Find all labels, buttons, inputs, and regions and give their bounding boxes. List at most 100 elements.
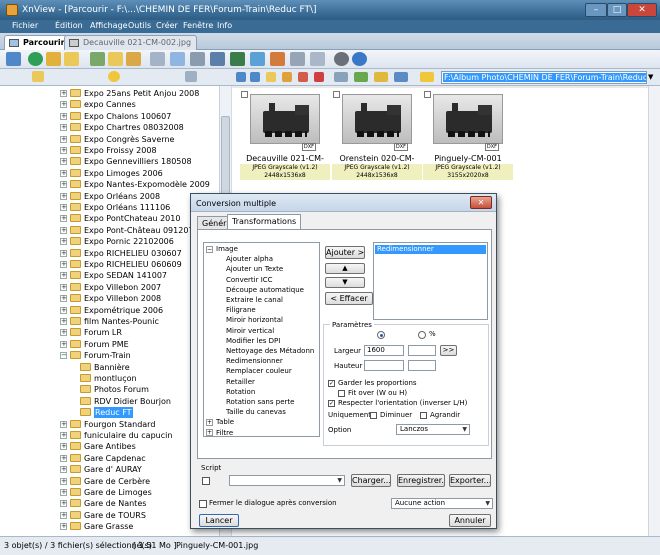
batch-convert-icon[interactable] [230,52,245,66]
print-icon[interactable] [190,52,205,66]
expand-icon[interactable]: + [60,477,67,485]
sort-icon[interactable] [394,72,408,82]
maximize-button[interactable]: □ [607,3,627,17]
tree-item[interactable]: + Expo Pont-Château 091207 [0,225,218,236]
collapse-icon[interactable]: − [206,245,213,253]
tag-filter-icon[interactable] [354,72,368,82]
fit-over-checkbox[interactable] [338,390,345,397]
tree-item[interactable]: + Expo Gennevilliers 180508 [0,156,218,167]
folders-tab-icon[interactable] [32,71,44,82]
transformation-option[interactable]: Rotation [226,388,255,397]
categories-tab-icon[interactable] [185,71,197,82]
close-after-checkbox[interactable] [199,500,207,508]
favorite-star-icon[interactable] [420,72,434,82]
settings-gear-icon[interactable] [334,52,349,66]
expand-icon[interactable]: + [60,511,67,519]
expand-icon[interactable]: + [60,147,67,154]
view-mode-icon[interactable] [334,72,348,82]
menu-creer[interactable]: Créer [156,21,178,30]
expand-icon[interactable]: + [60,226,67,234]
minimize-button[interactable]: – [585,3,607,17]
transformation-option[interactable]: + Filtre [206,429,233,436]
tree-item[interactable]: + Gare de TOURS [0,510,218,521]
tree-item[interactable]: + expo Cannes [0,99,218,110]
expand-icon[interactable]: + [60,443,67,451]
tree-item[interactable]: RDV Didier Bourjon [0,396,218,407]
transformation-option[interactable]: Ajouter alpha [226,255,273,264]
expand-icon[interactable]: + [60,181,67,189]
height-input[interactable] [364,360,404,371]
expand-icon[interactable]: + [60,204,67,211]
tree-item[interactable]: + Gare Grasse [0,521,218,532]
expand-icon[interactable]: + [60,500,67,508]
tree-item[interactable]: + Expo Villebon 2007 [0,282,218,293]
new-folder-icon[interactable] [282,72,292,82]
thumbnail-checkbox[interactable] [333,91,340,98]
tree-item[interactable]: − Forum-Train [0,350,218,361]
thumbnail-item[interactable]: DXFDecauville 021-CM-002JPEG Grayscale (… [240,90,330,182]
thumbnail-checkbox[interactable] [424,91,431,98]
tree-item[interactable]: + Expo PontChateau 2010 [0,213,218,224]
thumbnail-item[interactable]: DXF Pinguely-CM-001 JPEG Grayscale (v1.2) 3… [423,90,513,182]
tree-item[interactable]: + Gare de Cerbère [0,476,218,487]
expand-icon[interactable]: + [60,420,67,428]
expand-icon[interactable]: + [60,523,67,531]
tree-item[interactable]: + Gare Capdenac [0,453,218,464]
cancel-icon[interactable] [314,72,324,82]
nav-back-icon[interactable] [236,72,246,82]
expand-icon[interactable]: + [60,215,67,223]
browser-scrollbar[interactable] [648,86,660,536]
menu-affichage[interactable]: Affichage [90,21,128,30]
folder-icon[interactable] [64,52,79,66]
back-icon[interactable] [6,52,21,66]
expand-icon[interactable]: + [60,318,67,325]
tab-transformations[interactable]: Transformations [227,214,302,229]
expand-icon[interactable]: + [60,454,67,462]
move-up-button[interactable]: ▲ [325,263,365,274]
transformation-option[interactable]: Nettoyage des Métadonn [226,347,314,356]
thumbnail-item[interactable]: DXFOrenstein 020-CM-001JPEG Grayscale (v… [332,90,422,182]
tree-item[interactable]: + Expo Chalons 100607 [0,111,218,122]
tree-item[interactable]: + funiculaire du capucin [0,430,218,441]
tree-item[interactable]: montluçon [0,373,218,384]
expand-icon[interactable]: + [60,432,67,439]
tree-item[interactable]: + Expo Limoges 2006 [0,168,218,179]
tree-item[interactable]: + Expo 25ans Petit Anjou 2008 [0,88,218,99]
move-to-icon[interactable] [126,52,141,66]
transformation-option[interactable]: Taille du canevas [226,408,286,417]
expand-icon[interactable]: + [60,329,67,337]
tree-item[interactable]: + Forum LR [0,327,218,338]
nav-forward-icon[interactable] [250,72,260,82]
favorites-tab-icon[interactable] [108,71,120,82]
capture-icon[interactable] [290,52,305,66]
transformation-option[interactable]: Miroir horizontal [226,316,283,325]
cancel-button[interactable]: Annuler [449,514,491,527]
expand-icon[interactable]: + [60,295,67,303]
tree-item[interactable]: + Expo Orléans 2008 [0,191,218,202]
respect-orientation-checkbox[interactable]: ✓ [328,400,335,407]
transformation-option[interactable]: Retailler [226,378,255,387]
transformation-option[interactable]: Modifier les DPI [226,337,280,346]
save-script-button[interactable]: Enregistrer... [397,474,445,487]
tree-item[interactable]: + Expo RICHELIEU 060609 [0,259,218,270]
expand-icon[interactable]: + [206,429,213,436]
load-script-button[interactable]: Charger... [351,474,391,487]
expand-icon[interactable]: + [60,283,67,291]
expand-icon[interactable]: + [206,418,213,426]
width-input[interactable]: 1600 [364,345,404,356]
transformations-list[interactable]: − Image Ajouter alpha Ajouter un Texte Conve… [203,242,320,437]
transformation-option[interactable]: Découpe automatique [226,286,304,295]
copy-to-icon[interactable] [108,52,123,66]
expand-icon[interactable]: + [60,466,67,474]
tree-item[interactable]: + film Nantes-Pounic [0,316,218,327]
tree-item[interactable]: + Expo Congrès Saverne [0,134,218,145]
expand-icon[interactable]: + [60,158,67,166]
expand-icon[interactable]: + [60,306,67,314]
tree-item[interactable]: + Expo Villebon 2008 [0,293,218,304]
fullscreen-icon[interactable] [170,52,185,66]
selected-actions-list[interactable]: Redimensionner [373,242,488,320]
transformation-option[interactable]: Redimensionner [226,357,283,366]
tree-item[interactable]: + Expo Pornic 22102006 [0,236,218,247]
expand-icon[interactable]: + [60,238,67,246]
contact-sheet-icon[interactable] [310,52,325,66]
